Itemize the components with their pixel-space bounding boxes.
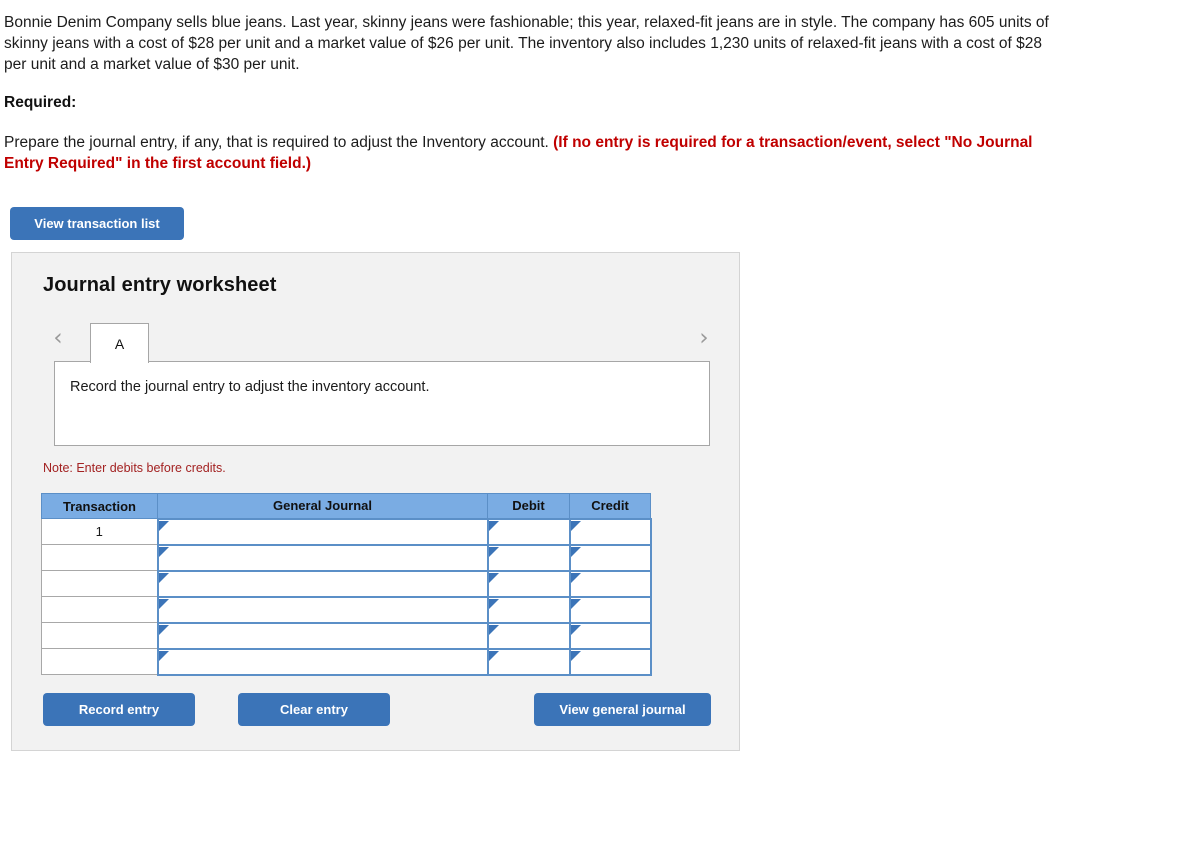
debit-cell[interactable]: [486, 595, 571, 624]
debit-cell[interactable]: [486, 647, 571, 676]
general-journal-cell[interactable]: [156, 595, 489, 624]
transaction-number-cell: [41, 570, 158, 597]
credit-cell[interactable]: [568, 543, 652, 572]
problem-statement: Bonnie Denim Company sells blue jeans. L…: [4, 14, 1049, 73]
general-journal-cell[interactable]: [156, 569, 489, 598]
column-header-transaction: Transaction: [41, 493, 158, 519]
general-journal-cell-value: [159, 546, 487, 570]
record-entry-button[interactable]: Record entry: [43, 693, 195, 726]
general-journal-cell[interactable]: [156, 517, 489, 546]
table-row: 1: [41, 517, 652, 546]
credit-cell-value: [571, 650, 650, 674]
transaction-number-cell: [41, 596, 158, 623]
credit-cell[interactable]: [568, 647, 652, 676]
debit-cell-value: [489, 598, 569, 622]
worksheet-tabstrip: ‹ A ›: [12, 315, 741, 363]
required-instruction-text: Prepare the journal entry, if any, that …: [4, 134, 549, 151]
general-journal-cell-value: [159, 598, 487, 622]
general-journal-cell-value: [159, 650, 487, 674]
required-instruction: Prepare the journal entry, if any, that …: [4, 132, 1050, 174]
general-journal-cell-value: [159, 520, 487, 544]
view-general-journal-button[interactable]: View general journal: [534, 693, 711, 726]
table-row: [41, 595, 652, 624]
debit-cell[interactable]: [486, 517, 571, 546]
debit-cell[interactable]: [486, 569, 571, 598]
general-journal-cell[interactable]: [156, 647, 489, 676]
debit-cell[interactable]: [486, 543, 571, 572]
chevron-left-icon[interactable]: ‹: [45, 325, 71, 353]
general-journal-cell-value: [159, 572, 487, 596]
credit-cell-value: [571, 598, 650, 622]
column-header-credit: Credit: [569, 493, 651, 519]
credit-cell-value: [571, 520, 650, 544]
debit-cell-value: [489, 650, 569, 674]
credit-cell[interactable]: [568, 621, 652, 650]
required-label: Required:: [4, 94, 77, 111]
debit-cell-value: [489, 546, 569, 570]
transaction-number-cell: [41, 544, 158, 571]
credit-cell[interactable]: [568, 569, 652, 598]
table-row: [41, 647, 652, 676]
debits-before-credits-note: Note: Enter debits before credits.: [43, 461, 226, 475]
worksheet-title: Journal entry worksheet: [43, 274, 277, 296]
general-journal-cell-value: [159, 624, 487, 648]
journal-entry-worksheet-panel: Journal entry worksheet ‹ A › Record the…: [11, 252, 740, 751]
transaction-number-cell: 1: [41, 518, 158, 545]
general-journal-cell[interactable]: [156, 543, 489, 572]
general-journal-cell[interactable]: [156, 621, 489, 650]
view-transaction-list-button[interactable]: View transaction list: [10, 207, 184, 240]
transaction-number-cell: [41, 648, 158, 675]
credit-cell-value: [571, 624, 650, 648]
clear-entry-button[interactable]: Clear entry: [238, 693, 390, 726]
transaction-number-cell: [41, 622, 158, 649]
credit-cell[interactable]: [568, 517, 652, 546]
table-row: [41, 569, 652, 598]
worksheet-prompt-text: Record the journal entry to adjust the i…: [70, 379, 430, 395]
table-row: [41, 543, 652, 572]
journal-entry-table: Transaction General Journal Debit Credit…: [41, 493, 652, 676]
column-header-general-journal: General Journal: [157, 493, 488, 519]
worksheet-prompt-box: Record the journal entry to adjust the i…: [54, 361, 710, 446]
debit-cell-value: [489, 572, 569, 596]
debit-cell-value: [489, 624, 569, 648]
credit-cell-value: [571, 572, 650, 596]
column-header-debit: Debit: [487, 493, 570, 519]
chevron-right-icon[interactable]: ›: [691, 325, 717, 353]
credit-cell-value: [571, 546, 650, 570]
debit-cell-value: [489, 520, 569, 544]
credit-cell[interactable]: [568, 595, 652, 624]
table-header-row: Transaction General Journal Debit Credit: [41, 493, 651, 519]
table-row: [41, 621, 652, 650]
tab-a[interactable]: A: [90, 323, 149, 363]
debit-cell[interactable]: [486, 621, 571, 650]
